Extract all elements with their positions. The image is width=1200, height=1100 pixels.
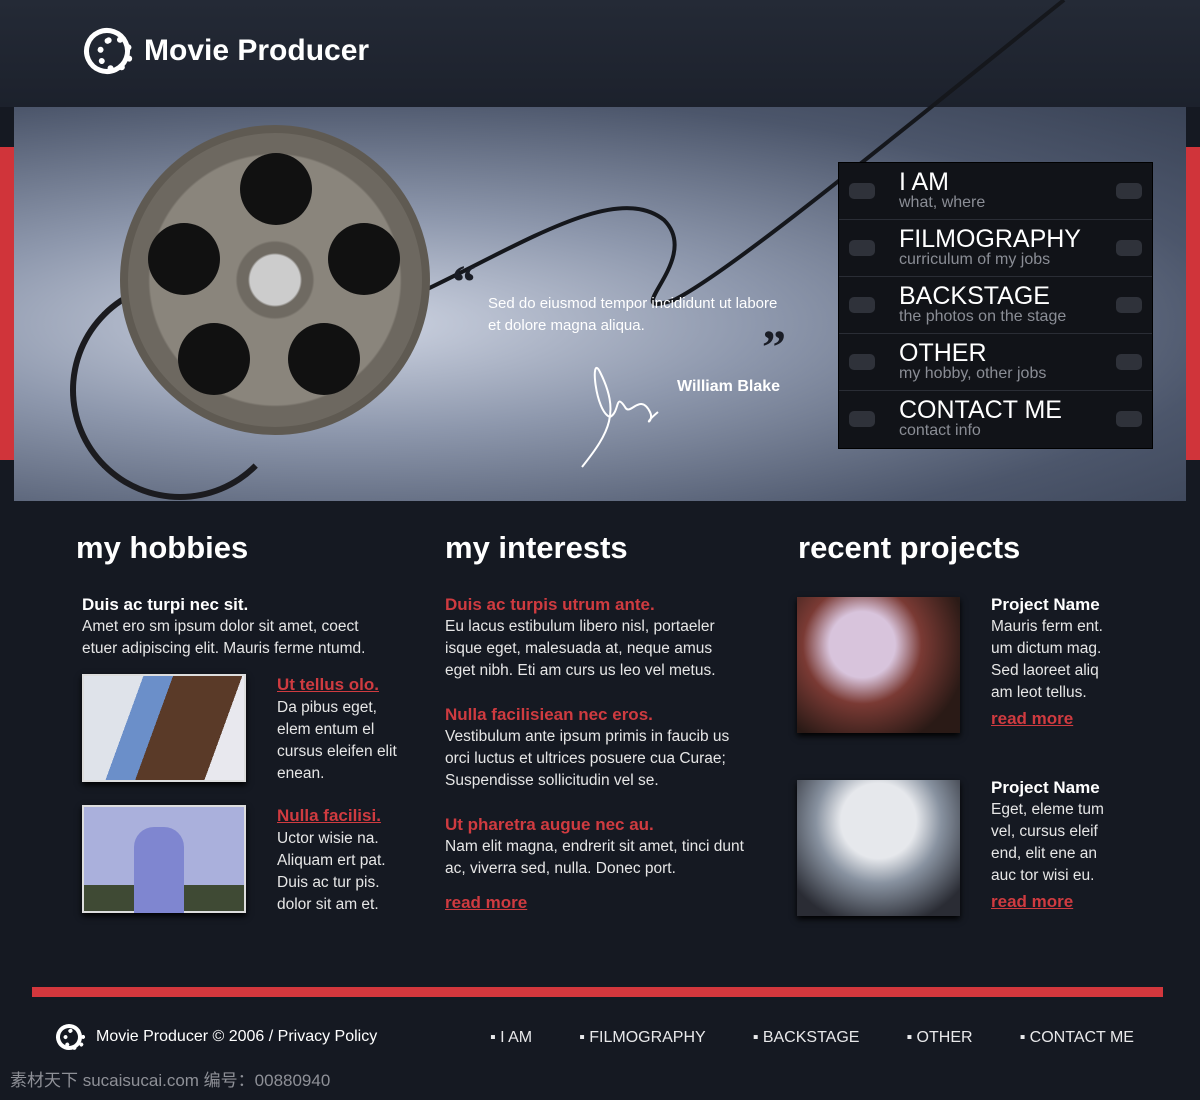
accent-bar-right	[1186, 147, 1200, 460]
menu-label: I AM	[899, 168, 950, 196]
project-name: Project Name	[991, 595, 1100, 614]
hobbies-intro-text: Amet ero sm ipsum dolor sit amet, coect …	[82, 618, 366, 657]
hobby-photo-1	[82, 674, 246, 782]
interests-list: Duis ac turpis utrum ante. Eu lacus esti…	[445, 594, 745, 915]
menu-label: CONTACT ME	[899, 396, 1062, 424]
close-quote-icon: ”	[762, 321, 786, 374]
menu-item-i-am[interactable]: I AM what, where	[839, 163, 1152, 220]
footer-link-i-am[interactable]: ▪ I AM	[490, 1029, 532, 1047]
interest-text: Nam elit magna, endrerit sit amet, tinci…	[445, 838, 744, 877]
open-quote-icon: “	[452, 256, 476, 309]
interest-title: Nulla facilisiean nec eros.	[445, 705, 653, 724]
footer-copyright[interactable]: Movie Producer © 2006 / Privacy Policy	[96, 1028, 377, 1046]
footer-link-filmography[interactable]: ▪ FILMOGRAPHY	[579, 1029, 706, 1047]
footer-divider	[32, 987, 1163, 997]
film-reel-image	[120, 125, 430, 435]
footer-link-other[interactable]: ▪ OTHER	[906, 1029, 972, 1047]
footer-link-backstage[interactable]: ▪ BACKSTAGE	[753, 1029, 860, 1047]
interest-title: Ut pharetra augue nec au.	[445, 815, 654, 834]
project-image-1[interactable]	[797, 597, 960, 733]
project-text: Eget, eleme tum vel, cursus eleif end, e…	[991, 801, 1104, 884]
project-name: Project Name	[991, 778, 1100, 797]
menu-sublabel: curriculum of my jobs	[899, 251, 1051, 268]
menu-item-filmography[interactable]: FILMOGRAPHY curriculum of my jobs	[839, 220, 1152, 277]
project-image-2[interactable]	[797, 780, 960, 916]
menu-sublabel: what, where	[899, 194, 986, 211]
footer-brand: Movie Producer © 2006 / Privacy Policy	[51, 1019, 377, 1055]
footer-link-contact-me[interactable]: ▪ CONTACT ME	[1020, 1029, 1134, 1047]
hobbies-intro-title: Duis ac turpi nec sit.	[82, 595, 249, 614]
hobby-text-2: Uctor wisie na. Aliquam ert pat. Duis ac…	[277, 830, 386, 913]
hobby-link-2[interactable]: Nulla facilisi.	[277, 806, 381, 825]
project-item-2: Project Name Eget, eleme tum vel, cursus…	[991, 777, 1121, 914]
accent-bar-left	[0, 147, 14, 460]
hobbies-heading: my hobbies	[76, 530, 249, 565]
hobby-item-2: Nulla facilisi. Uctor wisie na. Aliquam …	[277, 805, 402, 916]
menu-label: OTHER	[899, 339, 987, 367]
project-text: Mauris ferm ent. um dictum mag. Sed laor…	[991, 618, 1103, 701]
menu-item-other[interactable]: OTHER my hobby, other jobs	[839, 334, 1152, 391]
interests-read-more-link[interactable]: read more	[445, 893, 527, 912]
menu-item-backstage[interactable]: BACKSTAGE the photos on the stage	[839, 277, 1152, 334]
interest-title: Duis ac turpis utrum ante.	[445, 595, 655, 614]
menu-label: BACKSTAGE	[899, 282, 1050, 310]
hobby-text-1: Da pibus eget, elem entum el cursus elei…	[277, 699, 397, 782]
hobby-link-1[interactable]: Ut tellus olo.	[277, 675, 379, 694]
menu-sublabel: contact info	[899, 422, 981, 439]
hobby-photo-2	[82, 805, 246, 913]
project-read-more-link[interactable]: read more	[991, 892, 1073, 911]
main-menu: I AM what, where FILMOGRAPHY curriculum of…	[838, 162, 1153, 449]
interest-text: Eu lacus estibulum libero nisl, portaele…	[445, 618, 716, 679]
menu-sublabel: my hobby, other jobs	[899, 365, 1047, 382]
signature-image	[581, 367, 659, 468]
footer-nav: ▪ I AM ▪ FILMOGRAPHY ▪ BACKSTAGE ▪ OTHER…	[490, 1029, 1181, 1047]
projects-heading: recent projects	[798, 530, 1021, 565]
quote-author: William Blake	[677, 378, 781, 395]
menu-item-contact-me[interactable]: CONTACT ME contact info	[839, 391, 1152, 448]
film-reel-icon	[51, 1019, 87, 1055]
project-item-1: Project Name Mauris ferm ent. um dictum …	[991, 594, 1121, 731]
interests-heading: my interests	[445, 530, 628, 565]
menu-label: FILMOGRAPHY	[899, 225, 1081, 253]
hobby-item-1: Ut tellus olo. Da pibus eget, elem entum…	[277, 674, 397, 785]
project-read-more-link[interactable]: read more	[991, 709, 1073, 728]
hobbies-intro: Duis ac turpi nec sit. Amet ero sm ipsum…	[82, 594, 397, 660]
watermark: 素材天下 sucaisucai.com 编号：00880940	[10, 1071, 331, 1090]
menu-sublabel: the photos on the stage	[899, 308, 1067, 325]
interest-text: Vestibulum ante ipsum primis in faucib u…	[445, 728, 730, 789]
hero-quote: Sed do eiusmod tempor incididunt ut labo…	[488, 295, 778, 334]
